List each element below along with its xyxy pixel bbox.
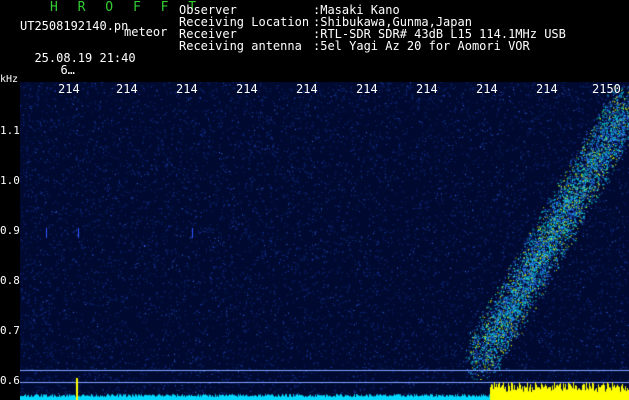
y-tick-1-0: 1.0 — [0, 174, 20, 187]
x-tick-8: 214 — [476, 82, 498, 96]
y-tick-0-8: 0.8 — [0, 274, 20, 287]
x-tick-3: 214 — [176, 82, 198, 96]
spectrogram-canvas — [20, 82, 629, 400]
date-time-value: 25.08.19 21:40 — [34, 51, 136, 65]
y-tick-0-7: 0.7 — [0, 324, 20, 337]
x-tick-2: 214 — [116, 82, 138, 96]
x-tick-4: 214 — [236, 82, 258, 96]
date-time: 25.08.19 21:40 6… — [20, 40, 136, 77]
y-axis-unit: kHz — [0, 74, 19, 85]
y-tick-0-9: 0.9 — [0, 224, 20, 237]
x-tick-5: 214 — [296, 82, 318, 96]
x-tick-7: 214 — [416, 82, 438, 96]
antenna-value: :5el Yagi Az 20 for Aomori VOR — [313, 39, 530, 53]
x-tick-6: 214 — [356, 82, 378, 96]
x-tick-9: 214 — [536, 82, 558, 96]
counter: 6… — [60, 63, 75, 77]
y-tick-1-1: 1.1 — [0, 124, 20, 137]
x-tick-10: 2150 — [592, 82, 621, 96]
y-tick-0-6: 0.6 — [0, 374, 20, 387]
event-tag: meteor — [124, 25, 168, 39]
x-tick-1: 214 — [58, 82, 80, 96]
file-name: UT2508192140.pn — [20, 19, 129, 33]
antenna-label: Receiving antenna — [179, 39, 302, 53]
